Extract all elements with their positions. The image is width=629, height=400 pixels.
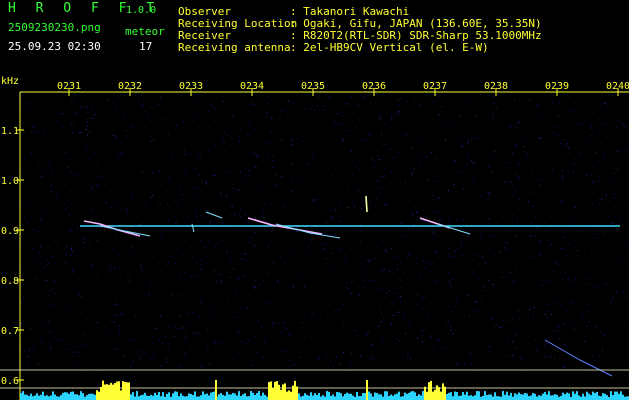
spectrogram: 0231 0232 0233 0234 0235 0236 0237 0238 0239 0240… (0, 74, 629, 400)
freq-tick-label: 0.8 (1, 276, 19, 287)
spectrogram-background (0, 74, 629, 400)
time-tick-label: 0236 (362, 81, 386, 92)
meteor-count: 17 (139, 40, 153, 53)
file-datetime: 25.09.23 02:30 (8, 40, 101, 53)
time-tick-label: 0231 (57, 81, 81, 92)
time-tick-label: 0239 (545, 81, 569, 92)
freq-tick-label: 0.9 (1, 226, 19, 237)
freq-tick-label: 0.7 (1, 326, 19, 337)
freq-unit-label: kHz (1, 76, 19, 87)
meteor-label: meteor (125, 25, 165, 38)
file-name: 2509230230.png (8, 21, 101, 34)
time-tick-label: 0235 (301, 81, 325, 92)
header-panel: H R O F F T 1.0.0 2509230230.png meteor … (0, 0, 629, 74)
info-key-antenna: Receiving antenna (178, 41, 291, 54)
time-tick-label: 0237 (423, 81, 447, 92)
freq-tick-label: 0.6 (1, 376, 19, 387)
freq-tick-label: 1.1 (1, 126, 19, 137)
info-value-antenna: : 2el-HB9CV Vertical (el. E-W) (290, 41, 489, 54)
time-tick-label: 0240 (606, 81, 629, 92)
time-tick-label: 0238 (484, 81, 508, 92)
freq-tick-label: 1.0 (1, 176, 19, 187)
app-version: 1.0.0 (126, 5, 157, 16)
time-tick-label: 0232 (118, 81, 142, 92)
meteor-trace (365, 195, 368, 213)
time-tick-label: 0234 (240, 81, 264, 92)
time-tick-label: 0233 (179, 81, 203, 92)
